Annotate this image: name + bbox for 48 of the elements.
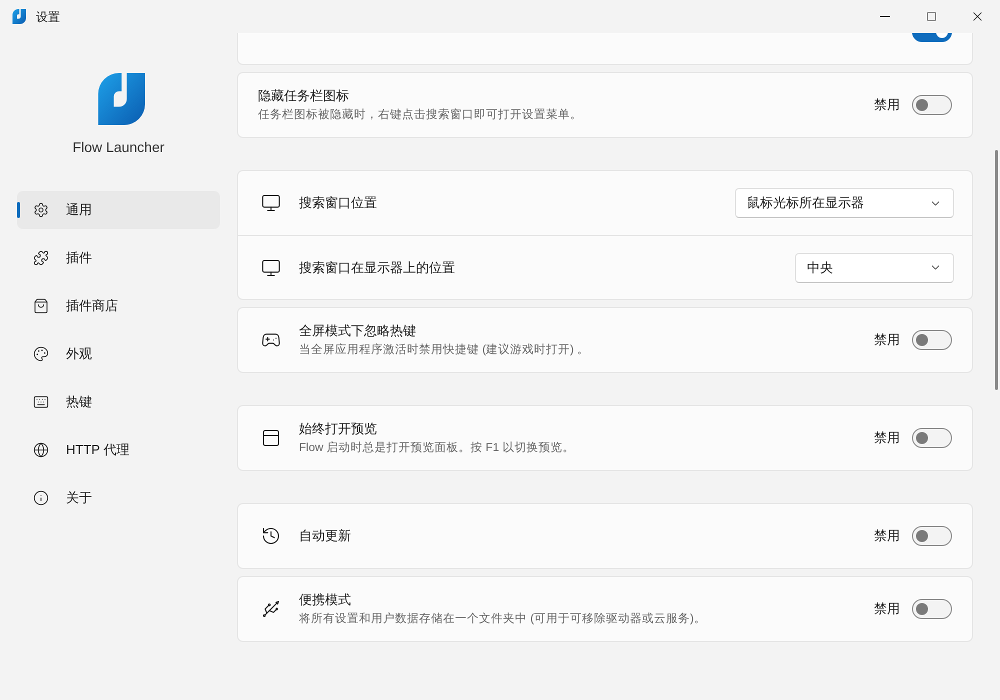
window-title: 设置 bbox=[36, 8, 60, 26]
usb-drive-icon bbox=[261, 599, 281, 619]
setting-title: 自动更新 bbox=[299, 527, 351, 546]
scrollbar-thumb[interactable] bbox=[995, 150, 998, 390]
preview-panel-icon bbox=[261, 428, 281, 448]
nav-item[interactable]: 插件 bbox=[17, 239, 220, 277]
keyboard-icon bbox=[33, 394, 49, 410]
monitor-icon bbox=[261, 193, 281, 213]
puzzle-icon bbox=[33, 250, 49, 266]
setting-description: 将所有设置和用户数据存储在一个文件夹中 (可用于可移除驱动器或云服务)。 bbox=[299, 611, 706, 627]
setting-title: 全屏模式下忽略热键 bbox=[299, 322, 417, 340]
toggle-state-label: 禁用 bbox=[874, 527, 900, 546]
settings-icon bbox=[33, 202, 49, 218]
palette-icon bbox=[33, 346, 49, 362]
setting-description: Flow 启动时总是打开预览面板。按 F1 以切换预览。 bbox=[299, 440, 574, 456]
globe-icon bbox=[33, 442, 49, 458]
setting-title: 隐藏任务栏图标 bbox=[258, 87, 350, 106]
nav-item[interactable]: 关于 bbox=[17, 479, 220, 517]
nav-item[interactable]: HTTP 代理 bbox=[17, 431, 220, 469]
toggle-state-label: 禁用 bbox=[874, 429, 900, 448]
setting-description: 任务栏图标被隐藏时，右键点击搜索窗口即可打开设置菜单。 bbox=[258, 107, 582, 123]
nav-item[interactable]: 插件商店 bbox=[17, 287, 220, 325]
toggle-state-label: 禁用 bbox=[874, 96, 900, 114]
toggle-switch[interactable] bbox=[912, 428, 952, 448]
clock-icon bbox=[261, 526, 281, 546]
toggle-state-label: 禁用 bbox=[874, 331, 900, 350]
setting-title: 搜索窗口在显示器上的位置 bbox=[299, 258, 455, 277]
toggle-switch[interactable] bbox=[912, 330, 952, 350]
setting-title: 搜索窗口位置 bbox=[299, 194, 377, 212]
toggle-switch[interactable] bbox=[912, 526, 952, 546]
app-name: Flow Launcher bbox=[72, 138, 164, 157]
monitor-icon bbox=[261, 258, 281, 278]
setting-description: 当全屏应用程序激活时禁用快捷键 (建议游戏时打开) 。 bbox=[299, 342, 590, 358]
dropdown[interactable]: 中央 bbox=[795, 252, 954, 282]
setting-title: 便携模式 bbox=[299, 591, 352, 610]
toggle-switch[interactable] bbox=[912, 599, 952, 619]
maximize-icon bbox=[926, 11, 936, 22]
toggle-switch[interactable] bbox=[912, 95, 952, 115]
setting-title: 始终打开预览 bbox=[299, 420, 378, 438]
nav-item[interactable]: 外观 bbox=[17, 335, 220, 373]
nav-item[interactable]: 通用 bbox=[17, 191, 220, 229]
dropdown[interactable]: 鼠标光标所在显示器 bbox=[735, 188, 954, 218]
toggle-state-label: 禁用 bbox=[874, 600, 900, 618]
minimize-icon bbox=[880, 16, 890, 17]
nav-item[interactable]: 热键 bbox=[17, 383, 220, 421]
app-logo-icon bbox=[11, 9, 26, 24]
bag-icon bbox=[33, 298, 49, 314]
info-icon bbox=[33, 490, 49, 506]
